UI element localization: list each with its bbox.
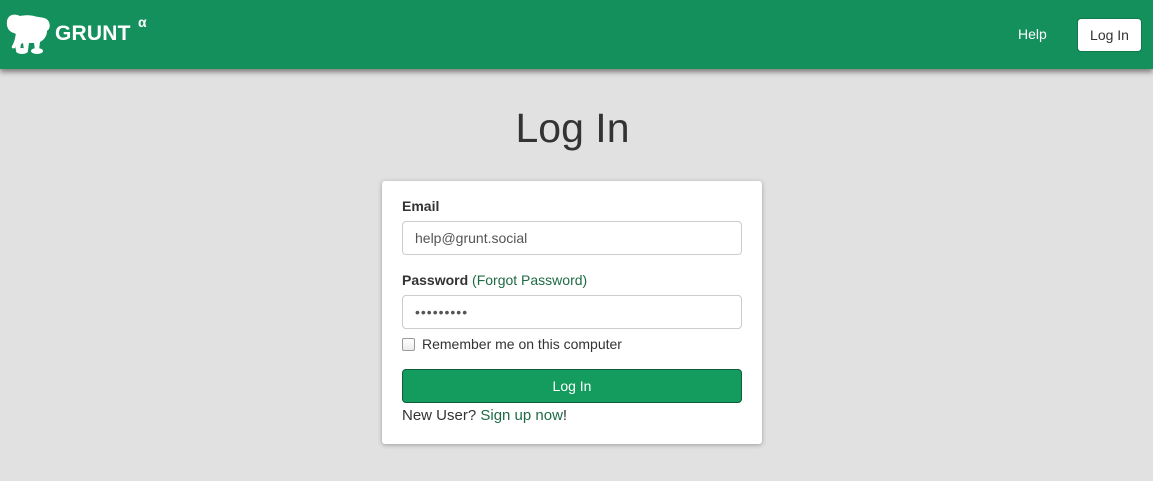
login-form-card: Email Password (Forgot Password) Remembe… — [382, 181, 762, 444]
password-field[interactable] — [402, 295, 742, 329]
new-user-prefix: New User? — [402, 407, 481, 424]
brand-name: GRUNT — [55, 22, 131, 45]
password-label-text: Password — [402, 272, 469, 288]
brand-link[interactable]: GRUNT α — [6, 12, 147, 56]
email-field[interactable] — [402, 221, 742, 255]
password-label: Password (Forgot Password) — [402, 272, 587, 288]
help-link[interactable]: Help — [1018, 26, 1047, 42]
new-user-line: New User? Sign up now! — [402, 407, 567, 424]
signup-link[interactable]: Sign up now — [480, 407, 563, 424]
remember-me-label: Remember me on this computer — [422, 336, 622, 352]
new-user-suffix: ! — [562, 407, 568, 424]
elephant-logo-icon — [6, 14, 50, 54]
top-navbar: GRUNT α Help Log In — [0, 0, 1153, 69]
remember-me-checkbox[interactable] — [402, 337, 415, 351]
page-title: Log In — [515, 105, 630, 151]
login-submit-button[interactable]: Log In — [402, 369, 742, 403]
forgot-password-link[interactable]: (Forgot Password) — [472, 272, 587, 288]
brand-superscript: α — [138, 14, 147, 30]
header-login-button[interactable]: Log In — [1077, 18, 1142, 52]
remember-me-row: Remember me on this computer — [402, 336, 622, 352]
email-label: Email — [402, 198, 440, 214]
